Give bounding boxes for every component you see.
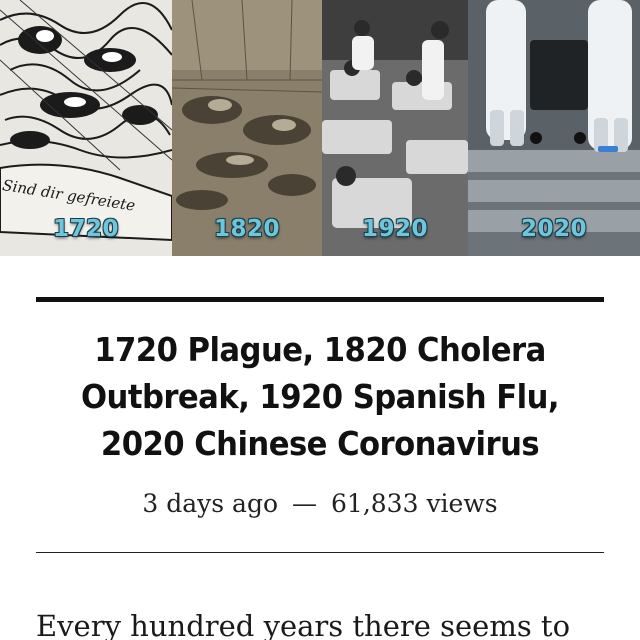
- top-divider: [36, 297, 604, 302]
- year-label-1720: 1720: [52, 216, 119, 242]
- panel-1720: Sind dir gefreiete 1720: [0, 0, 172, 256]
- view-count: 61,833 views: [331, 489, 498, 518]
- meta-separator: —: [292, 489, 318, 518]
- posted-time: 3 days ago: [142, 489, 279, 518]
- panel-1920: 1920: [322, 0, 468, 256]
- article-meta: 3 days ago — 61,833 views: [36, 487, 604, 521]
- bottom-divider: [36, 552, 604, 553]
- year-label-1920: 1920: [361, 216, 428, 242]
- hero-collage: Sind dir gefreiete 1720 1820 1920 2020: [0, 0, 640, 256]
- panel-1820: 1820: [172, 0, 322, 256]
- panel-2020: 2020: [468, 0, 640, 256]
- year-label-1820: 1820: [213, 216, 280, 242]
- article-body-text: Every hundred years there seems to: [36, 609, 571, 640]
- article-title[interactable]: 1720 Plague, 1820 Cholera Outbreak, 1920…: [56, 326, 584, 467]
- year-label-2020: 2020: [520, 216, 587, 242]
